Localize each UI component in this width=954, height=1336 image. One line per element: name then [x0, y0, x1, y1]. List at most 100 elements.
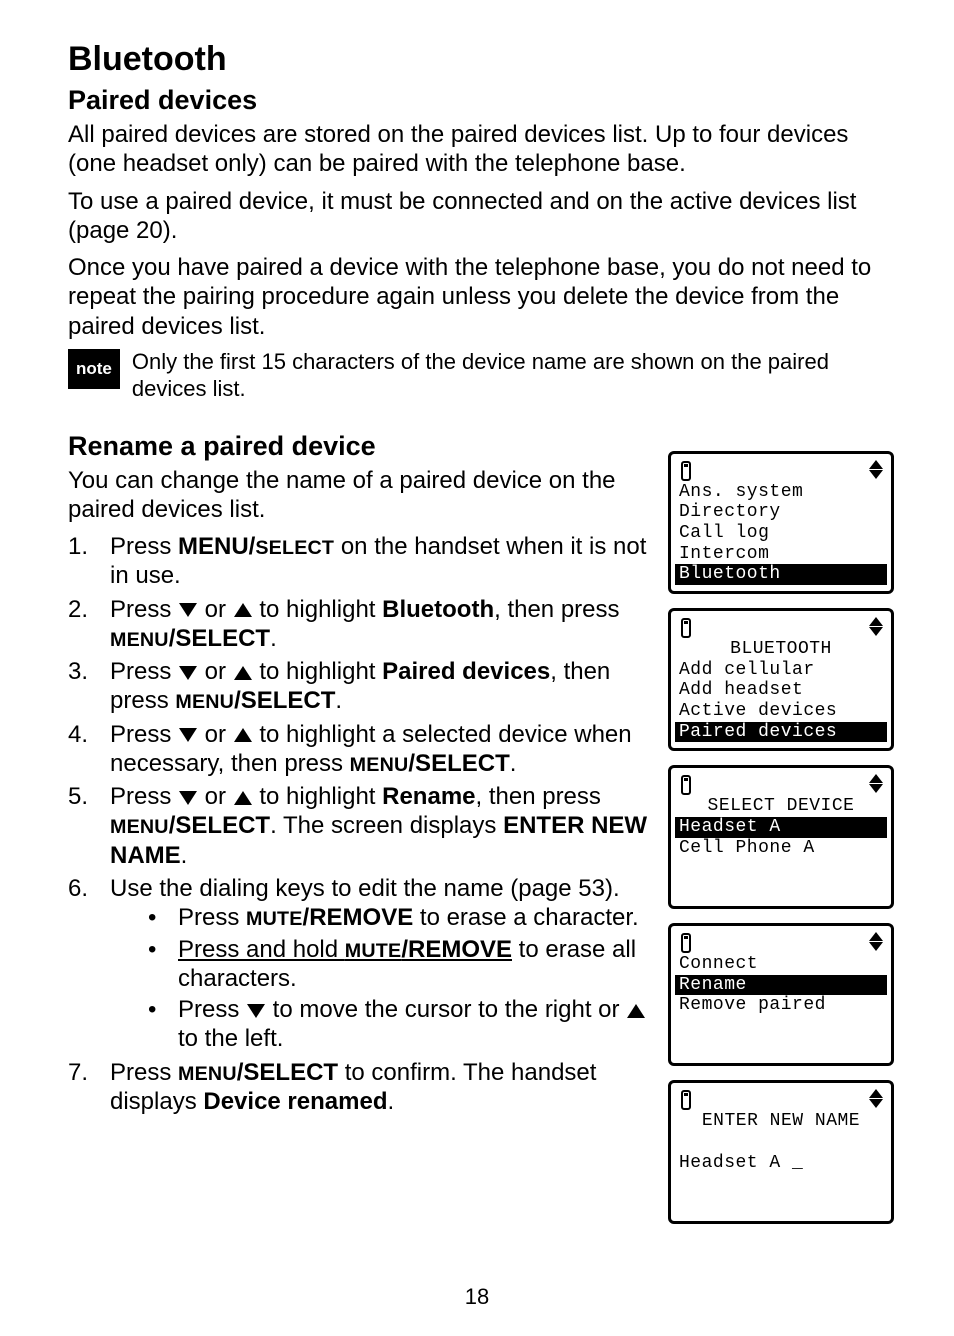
note-badge: note: [68, 349, 120, 389]
text: /SELECT: [169, 812, 270, 839]
text: /SELECT: [408, 750, 509, 777]
lcd-screen-bluetooth-menu: BLUETOOTH Add cellular Add headset Activ…: [668, 608, 894, 751]
text: Press: [110, 783, 178, 810]
text: to highlight: [253, 596, 382, 623]
lcd-line: Cell Phone A: [679, 838, 883, 859]
list-item: Press or to highlight Bluetooth, then pr…: [68, 595, 658, 654]
lcd-line: [679, 1016, 883, 1037]
text: Press: [110, 658, 178, 685]
lcd-line: Add headset: [679, 680, 883, 701]
text: to erase a character.: [413, 904, 638, 931]
handset-icon: [679, 775, 693, 795]
page-number: 18: [0, 1284, 954, 1310]
list-item: Press and hold MUTE/REMOVE to erase all …: [110, 935, 658, 994]
lcd-line: [679, 1132, 883, 1153]
lcd-title: ENTER NEW NAME: [679, 1111, 883, 1132]
text: .: [510, 750, 517, 777]
text: or: [198, 658, 233, 685]
text: to the left.: [178, 1025, 283, 1052]
handset-icon: [679, 1090, 693, 1110]
note-block: note Only the first 15 characters of the…: [68, 349, 894, 403]
text: MUTE: [345, 940, 402, 962]
list-item: Press MUTE/REMOVE to erase a character.: [110, 903, 658, 932]
lcd-line: [679, 879, 883, 900]
scroll-arrows-icon: [869, 932, 883, 951]
lcd-line: Remove paired: [679, 995, 883, 1016]
text: or: [198, 721, 233, 748]
text: Press: [178, 996, 246, 1023]
text: MENU: [110, 629, 169, 651]
list-item: Press to move the cursor to the right or…: [110, 995, 658, 1054]
paragraph: To use a paired device, it must be conne…: [68, 187, 894, 246]
up-arrow-icon: [627, 1004, 645, 1018]
lcd-screen-enter-new-name: ENTER NEW NAME Headset A _: [668, 1080, 894, 1223]
lcd-line: [679, 858, 883, 879]
text: Paired devices: [382, 658, 550, 685]
lcd-screen-main-menu: Ans. system Directory Call log Intercom …: [668, 451, 894, 594]
lcd-line-selected: Bluetooth: [675, 564, 887, 585]
down-arrow-icon: [179, 791, 197, 805]
text: MENU: [110, 816, 169, 838]
text: /SELECT: [237, 1059, 338, 1086]
text: MENU: [175, 691, 234, 713]
lcd-line: [679, 1173, 883, 1194]
text: to move the cursor to the right or: [266, 996, 626, 1023]
lcd-line: Add cellular: [679, 660, 883, 681]
lcd-screen-select-device: SELECT DEVICE Headset A Cell Phone A: [668, 765, 894, 908]
text: .: [181, 842, 188, 869]
list-item: Press MENU/SELECT on the handset when it…: [68, 532, 658, 591]
text: .: [270, 625, 277, 652]
list-item: Press or to highlight a selected device …: [68, 720, 658, 779]
list-item: Press MENU/SELECT to confirm. The handse…: [68, 1058, 658, 1117]
text: Press and hold: [178, 936, 345, 963]
text: Press: [110, 533, 178, 560]
section-heading-rename: Rename a paired device: [68, 431, 658, 462]
up-arrow-icon: [234, 666, 252, 680]
text: /REMOVE: [401, 936, 512, 963]
text: Press: [178, 904, 246, 931]
text: /SELECT: [169, 625, 270, 652]
text: or: [198, 596, 233, 623]
note-text: Only the first 15 characters of the devi…: [132, 349, 894, 403]
lcd-line-selected: Paired devices: [675, 722, 887, 743]
text: Press: [110, 1059, 178, 1086]
text: MUTE: [246, 908, 303, 930]
text: MENU: [350, 754, 409, 776]
scroll-arrows-icon: [869, 617, 883, 636]
handset-icon: [679, 933, 693, 953]
lcd-line-selected: Headset A: [675, 817, 887, 838]
text: MENU: [178, 1063, 237, 1085]
paragraph: All paired devices are stored on the pai…: [68, 120, 894, 179]
section-heading-paired-devices: Paired devices: [68, 85, 894, 116]
text: Device renamed: [203, 1088, 387, 1115]
lcd-line: Ans. system: [679, 482, 883, 503]
lcd-line: Intercom: [679, 544, 883, 565]
paragraph: Once you have paired a device with the t…: [68, 253, 894, 341]
text: /REMOVE: [303, 904, 414, 931]
lcd-input-value: Headset A _: [679, 1153, 883, 1174]
text: , then press: [494, 596, 619, 623]
scroll-arrows-icon: [869, 774, 883, 793]
text: Use the dialing keys to edit the name (p…: [110, 875, 620, 902]
up-arrow-icon: [234, 728, 252, 742]
down-arrow-icon: [179, 603, 197, 617]
lcd-line: Active devices: [679, 701, 883, 722]
lcd-title: BLUETOOTH: [679, 639, 883, 660]
page-title: Bluetooth: [68, 40, 894, 79]
list-item: Press or to highlight Paired devices, th…: [68, 657, 658, 716]
down-arrow-icon: [247, 1004, 265, 1018]
lcd-line: Call log: [679, 523, 883, 544]
text: MENU/SELECT: [178, 533, 334, 560]
sub-bullet-list: Press MUTE/REMOVE to erase a character. …: [110, 903, 658, 1053]
text: to highlight: [253, 658, 382, 685]
text: or: [198, 783, 233, 810]
text: /SELECT: [234, 687, 335, 714]
text: .: [335, 687, 342, 714]
lcd-screen-device-options: Connect Rename Remove paired: [668, 923, 894, 1066]
handset-icon: [679, 618, 693, 638]
paragraph: You can change the name of a paired devi…: [68, 466, 658, 525]
lcd-line: [679, 1037, 883, 1058]
text: . The screen displays: [270, 812, 503, 839]
scroll-arrows-icon: [869, 1089, 883, 1108]
scroll-arrows-icon: [869, 460, 883, 479]
